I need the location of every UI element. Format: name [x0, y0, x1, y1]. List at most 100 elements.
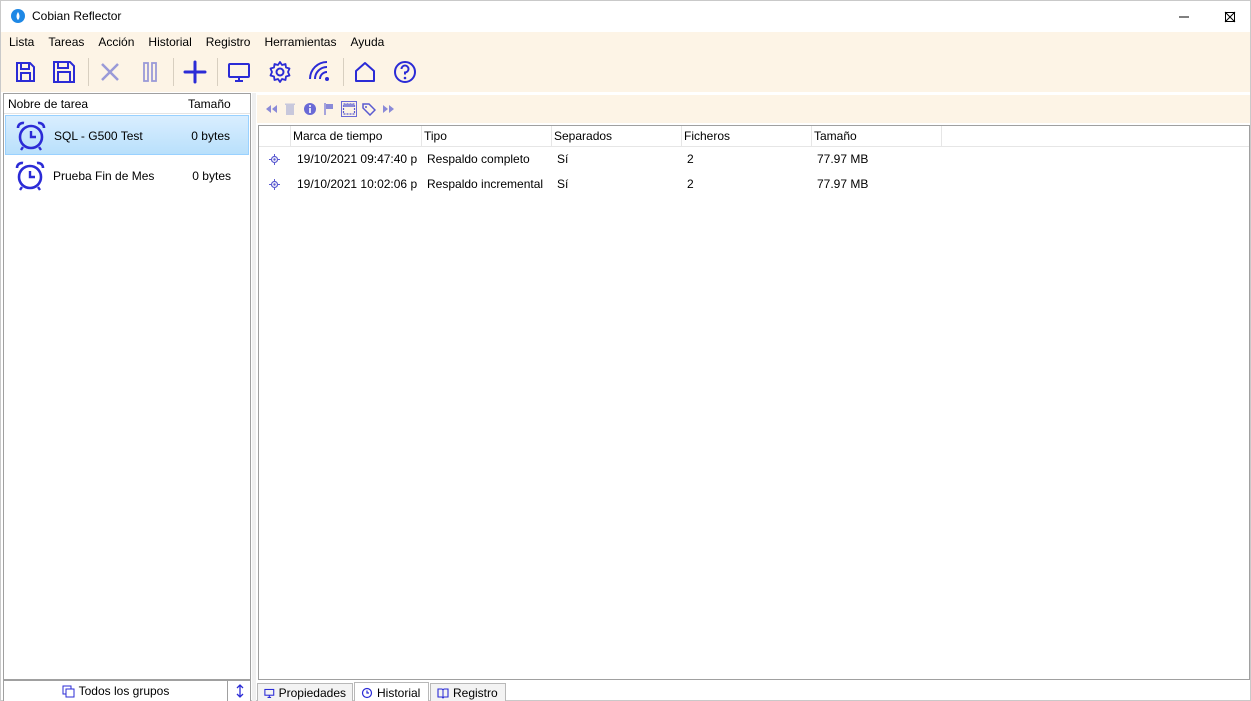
- history-header: Marca de tiempo Tipo Separados Ficheros …: [259, 126, 1249, 147]
- monitor-icon: [228, 63, 250, 82]
- save-icon: [53, 61, 75, 83]
- panel-splitter[interactable]: [252, 93, 256, 701]
- fast-forward-icon: [383, 105, 394, 113]
- menu-ayuda[interactable]: Ayuda: [343, 32, 391, 52]
- toolbar-separator: [343, 58, 344, 86]
- size-cell: 77.97 MB: [817, 152, 869, 166]
- backup-entry-icon: [269, 154, 280, 165]
- task-name: SQL - G500 Test: [54, 129, 143, 143]
- menu-tareas[interactable]: Tareas: [41, 32, 91, 52]
- menu-bar: Lista Tareas Acción Historial Registro H…: [1, 32, 1250, 52]
- column-header-icon: [259, 126, 291, 147]
- first-button[interactable]: [263, 101, 279, 117]
- help-button[interactable]: [389, 56, 421, 88]
- app-logo-icon: [11, 9, 25, 23]
- tab-propiedades[interactable]: Propiedades: [257, 683, 353, 701]
- copy-icon: [62, 685, 75, 697]
- tag-icon: [362, 103, 376, 116]
- toolbar-separator: [88, 58, 89, 86]
- monitor-icon: [264, 688, 275, 698]
- pause-icon: [143, 62, 157, 82]
- help-icon: [394, 61, 416, 83]
- group-filter-bar: Todos los grupos: [3, 680, 251, 701]
- task-size: 0 bytes: [192, 169, 231, 183]
- toolbar-separator: [173, 58, 174, 86]
- title-bar: Cobian Reflector: [1, 1, 1250, 32]
- tag-button[interactable]: [361, 101, 377, 117]
- up-down-arrow-icon: [236, 684, 243, 698]
- tab-registro[interactable]: Registro: [430, 683, 506, 701]
- window-title: Cobian Reflector: [32, 9, 122, 23]
- monitor-button[interactable]: [223, 56, 255, 88]
- flag-icon: [324, 103, 333, 115]
- menu-accion[interactable]: Acción: [91, 32, 141, 52]
- save-list-icon: [16, 62, 35, 82]
- files-cell: 2: [687, 177, 694, 191]
- all-groups-label: Todos los grupos: [78, 684, 170, 698]
- column-header-size[interactable]: Tamaño: [188, 97, 231, 111]
- history-icon: [361, 687, 373, 698]
- minimize-icon: [1179, 16, 1189, 17]
- add-task-icon: [183, 60, 207, 84]
- timestamp-cell: 19/10/2021 10:02:06 p: [297, 177, 418, 191]
- type-cell: Respaldo completo: [427, 152, 530, 166]
- rewind-icon: [266, 105, 277, 113]
- task-size: 0 bytes: [191, 129, 230, 143]
- column-header-timestamp[interactable]: Marca de tiempo: [291, 126, 422, 147]
- column-header-separated[interactable]: Separados: [552, 126, 682, 147]
- book-icon: [437, 688, 449, 699]
- menu-historial[interactable]: Historial: [141, 32, 198, 52]
- info-button[interactable]: [302, 101, 318, 117]
- pause-button[interactable]: [134, 56, 166, 88]
- history-toolbar: [257, 95, 1250, 123]
- flag-button[interactable]: [321, 101, 337, 117]
- files-cell: 2: [687, 152, 694, 166]
- cancel-button[interactable]: [94, 56, 126, 88]
- settings-button[interactable]: [264, 56, 296, 88]
- delete-button[interactable]: [282, 101, 298, 117]
- menu-lista[interactable]: Lista: [2, 32, 41, 52]
- cancel-icon: [101, 63, 119, 81]
- menu-registro[interactable]: Registro: [199, 32, 258, 52]
- network-button[interactable]: [304, 56, 336, 88]
- tab-historial[interactable]: Historial: [354, 682, 429, 701]
- home-icon: [355, 62, 375, 82]
- alarm-clock-icon: [15, 161, 45, 191]
- task-item[interactable]: Prueba Fin de Mes 0 bytes: [5, 156, 249, 196]
- separated-cell: Sí: [557, 177, 569, 191]
- minimize-button[interactable]: [1161, 1, 1207, 32]
- tab-label: Propiedades: [278, 686, 346, 700]
- home-button[interactable]: [349, 56, 381, 88]
- task-name: Prueba Fin de Mes: [53, 169, 155, 183]
- bottom-tabs: Propiedades Historial Registro: [257, 681, 1250, 701]
- sort-button[interactable]: [227, 681, 251, 701]
- tab-label: Registro: [453, 686, 498, 700]
- history-list: Marca de tiempo Tipo Separados Ficheros …: [258, 125, 1250, 680]
- last-button[interactable]: [381, 101, 397, 117]
- history-row[interactable]: 19/10/2021 10:02:06 p Respaldo increment…: [259, 172, 1249, 197]
- task-item[interactable]: SQL - G500 Test 0 bytes: [5, 115, 249, 155]
- save-list-button[interactable]: [9, 56, 41, 88]
- task-list-panel: Nobre de tarea Tamaño SQL - G500 Test 0 …: [3, 93, 251, 680]
- column-header-type[interactable]: Tipo: [422, 126, 552, 147]
- save-button[interactable]: [48, 56, 80, 88]
- select-frame-icon: [342, 103, 356, 115]
- settings-icon: [269, 61, 291, 83]
- tab-label: Historial: [377, 685, 421, 700]
- timestamp-cell: 19/10/2021 09:47:40 p: [297, 152, 418, 166]
- select-button[interactable]: [341, 101, 357, 117]
- menu-herramientas[interactable]: Herramientas: [257, 32, 343, 52]
- add-task-button[interactable]: [179, 56, 211, 88]
- size-cell: 77.97 MB: [817, 177, 869, 191]
- info-icon: [304, 103, 316, 115]
- type-cell: Respaldo incremental: [427, 177, 544, 191]
- column-header-files[interactable]: Ficheros: [682, 126, 812, 147]
- backup-entry-icon: [269, 179, 280, 190]
- alarm-clock-icon: [16, 121, 46, 151]
- close-icon: [1224, 11, 1236, 22]
- column-header-size[interactable]: Tamaño: [812, 126, 942, 147]
- all-groups-button[interactable]: Todos los grupos: [4, 681, 227, 701]
- history-row[interactable]: 19/10/2021 09:47:40 p Respaldo completo …: [259, 147, 1249, 172]
- close-button[interactable]: [1207, 1, 1251, 32]
- column-header-task-name[interactable]: Nobre de tarea: [8, 97, 88, 111]
